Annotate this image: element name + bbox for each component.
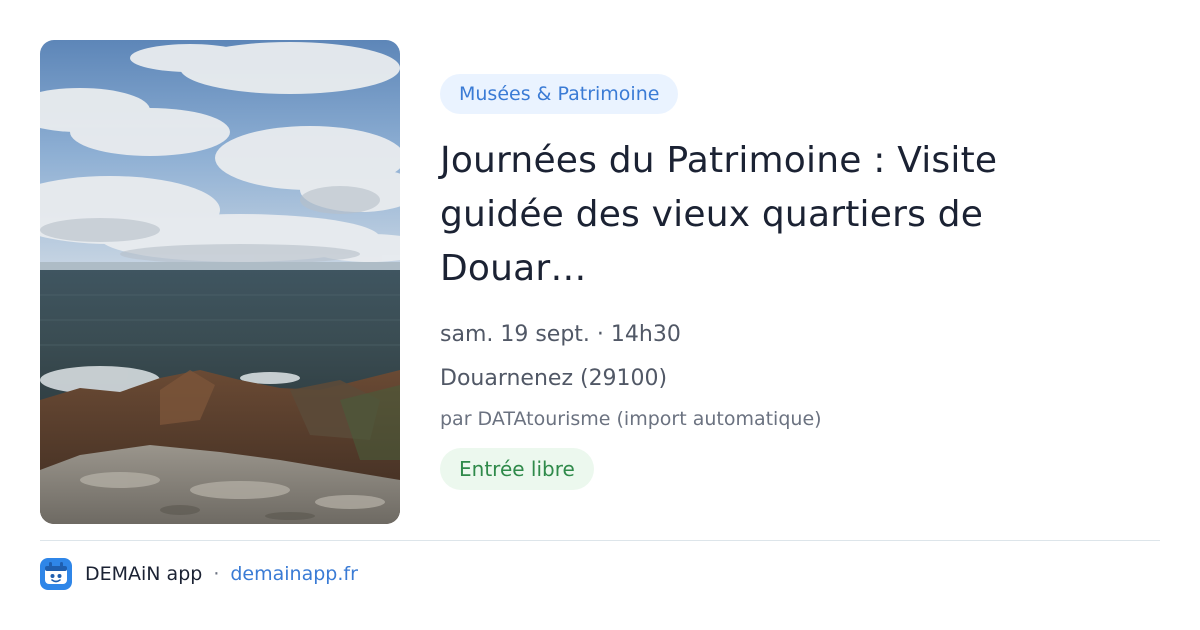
- event-location: Douarnenez (29100): [440, 366, 668, 391]
- event-image[interactable]: [40, 40, 400, 524]
- app-name: DEMAiN app: [85, 563, 203, 585]
- footer: DEMAiN app · demainapp.fr: [40, 556, 358, 592]
- event-card[interactable]: Musées & Patrimoine Journées du Patrimoi…: [0, 0, 1200, 630]
- footer-divider: [40, 540, 1160, 541]
- footer-separator: ·: [213, 563, 220, 585]
- event-meta: sam. 19 sept. · 14h30 Douarnenez (29100)…: [440, 320, 1160, 490]
- price-badge: Entrée libre: [440, 448, 594, 490]
- domain-link[interactable]: demainapp.fr: [230, 556, 358, 592]
- event-title[interactable]: Journées du Patrimoine : Visite guidée d…: [440, 134, 1120, 296]
- event-datetime: sam. 19 sept. · 14h30: [440, 322, 681, 347]
- demain-app-logo-icon: [40, 558, 72, 590]
- event-organizer: par DATAtourisme (import automatique): [440, 408, 822, 430]
- category-badge[interactable]: Musées & Patrimoine: [440, 74, 679, 114]
- event-details: Musées & Patrimoine Journées du Patrimoi…: [440, 74, 1160, 490]
